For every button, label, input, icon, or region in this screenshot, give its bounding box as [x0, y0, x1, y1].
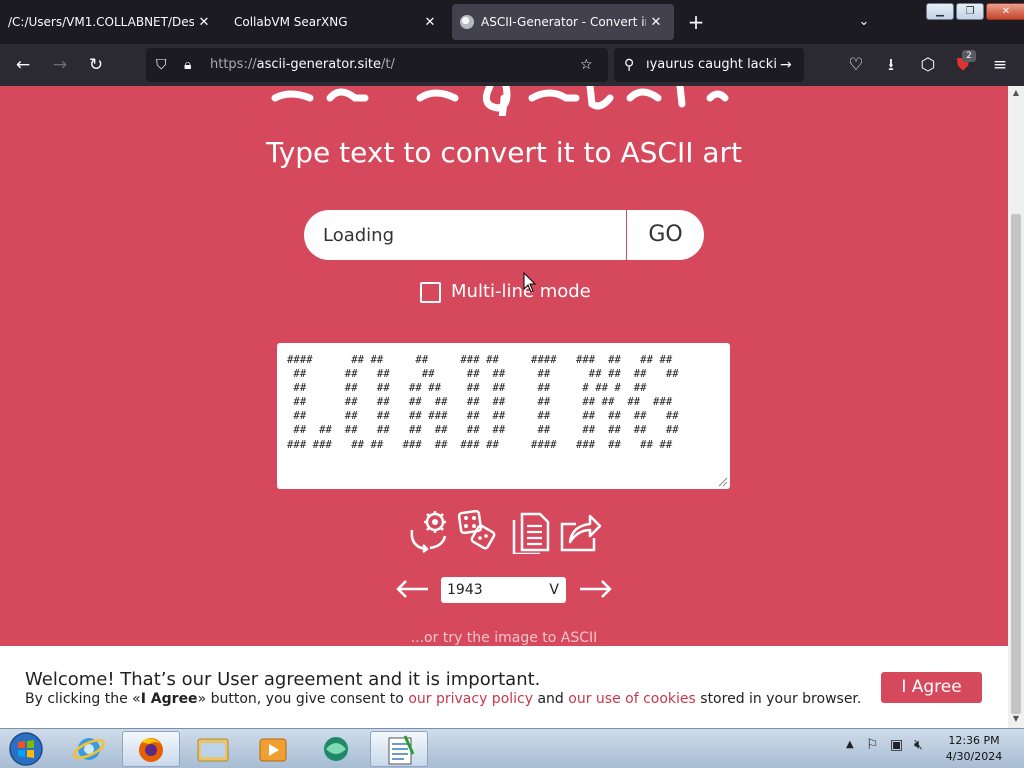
app-globe-icon[interactable] [306, 731, 364, 767]
close-tab-icon[interactable]: ✕ [194, 15, 214, 30]
notepad-icon [388, 735, 415, 765]
ascii-art-text: #### ## ## ## ### ## #### ### ## ## ## #… [287, 354, 679, 451]
go-button[interactable]: GO [626, 210, 704, 260]
ascii-output-textarea[interactable]: #### ## ## ## ### ## #### ### ## ## ## #… [277, 343, 730, 489]
tab-ascii-generator[interactable]: ASCII-Generator - Convert imag ✕ [452, 4, 674, 40]
privacy-policy-link[interactable]: our privacy policy [408, 691, 533, 707]
firefox-icon [139, 738, 163, 762]
banner-text: By clicking the «I Agree» button, you gi… [25, 691, 861, 707]
firefox-taskbar-button[interactable] [122, 731, 180, 767]
bookmark-star-icon[interactable]: ☆ [580, 48, 593, 82]
extension-badge: 2 [962, 50, 976, 62]
tab-strip: /C:/Users/VM1.COLLABNET/Deskto ✕ CollabV… [0, 0, 1024, 44]
new-tab-plus-icon[interactable]: + [682, 8, 710, 36]
close-tab-icon[interactable]: ✕ [420, 15, 440, 30]
mouse-cursor-icon [523, 272, 537, 293]
media-player-icon[interactable] [244, 731, 302, 767]
action-center-flag-icon[interactable]: ⚐ [866, 737, 879, 753]
notepad-taskbar-button[interactable] [370, 731, 428, 767]
downloads-icon[interactable]: ⭳ [877, 51, 905, 79]
page-content: Type text to convert it to ASCII art GO … [0, 86, 1008, 728]
file-explorer-icon[interactable] [184, 731, 242, 767]
site-logo-fragment [271, 86, 729, 116]
menu-hamburger-icon[interactable]: ≡ [986, 51, 1014, 79]
volume-muted-icon[interactable]: 🔇︎ [914, 737, 923, 753]
multiline-label[interactable]: Multi-line mode [451, 281, 591, 302]
scroll-up-arrow-icon[interactable]: ▲ [1008, 86, 1024, 100]
banner-text-bold: I Agree [140, 691, 198, 707]
text-input-wrapper[interactable] [304, 210, 626, 260]
page-scrollbar[interactable]: ▲ ▼ [1008, 86, 1024, 728]
url-scheme: https:// [210, 57, 257, 72]
tab-local-file[interactable]: /C:/Users/VM1.COLLABNET/Deskto ✕ [0, 4, 222, 40]
copy-document-icon[interactable] [506, 508, 552, 554]
reload-icon[interactable]: ↻ [82, 51, 110, 79]
scroll-down-arrow-icon[interactable]: ▼ [1008, 712, 1024, 726]
font-select[interactable]: 1943 V [441, 577, 566, 603]
close-tab-icon[interactable]: ✕ [646, 15, 666, 30]
lock-icon[interactable]: 🔒︎ [184, 48, 191, 82]
settings-refresh-icon[interactable] [405, 508, 451, 554]
clock-date: 4/30/2024 [945, 750, 1003, 763]
banner-text-part: stored in your browser. [695, 691, 862, 707]
text-input[interactable] [323, 210, 613, 260]
shield-icon[interactable]: ⛉ [156, 48, 167, 82]
banner-text-part: By clicking the « [25, 691, 141, 707]
chevron-down-icon: V [549, 582, 559, 598]
internet-explorer-icon[interactable] [60, 731, 118, 767]
font-select-value: 1943 [447, 582, 483, 598]
page-tagline: Type text to convert it to ASCII art [265, 136, 743, 169]
search-icon: ⚲ [624, 57, 635, 73]
extensions-icon[interactable]: ⬡ [914, 51, 942, 79]
previous-font-arrow-icon[interactable] [392, 574, 432, 604]
banner-text-part: and [533, 691, 569, 707]
close-window-button[interactable]: ✕ [986, 3, 1024, 20]
taskbar-clock[interactable]: 12:36 PM 4/30/2024 [940, 733, 1008, 765]
navigation-toolbar: ← → ↻ ⛉ 🔒︎ https://ascii-generator.site/… [0, 44, 1024, 86]
pocket-icon[interactable]: ♡ [842, 51, 870, 79]
banner-title: Welcome! That’s our User agreement and i… [25, 669, 541, 690]
url-path: /t/ [381, 57, 395, 72]
resize-handle-icon[interactable] [716, 475, 728, 487]
banner-text-part: » button, you give consent to [197, 691, 409, 707]
windows-taskbar: ▲ ⚐ ▣ 🔇︎ 12:36 PM 4/30/2024 [0, 728, 1024, 768]
url-host: ascii-generator.site [256, 57, 382, 72]
minimize-button[interactable]: ▁ [926, 3, 954, 20]
site-favicon-icon [460, 15, 474, 29]
address-bar[interactable]: ⛉ 🔒︎ https://ascii-generator.site/t/ ☆ [146, 48, 608, 82]
tab-label: CollabVM SearXNG [234, 15, 348, 29]
go-arrow-icon[interactable]: → [780, 48, 792, 82]
url-text[interactable]: https://ascii-generator.site/t/ [210, 48, 395, 82]
multiline-checkbox[interactable] [420, 282, 441, 303]
list-all-tabs-chevron-icon[interactable]: ⌄ [850, 8, 878, 36]
tab-label: ASCII-Generator - Convert imag [481, 15, 646, 29]
scrollbar-thumb[interactable] [1011, 214, 1021, 714]
cookies-link[interactable]: our use of cookies [568, 691, 696, 707]
search-query[interactable]: ıyaurus caught lackin [646, 48, 778, 82]
restore-button[interactable]: ❐ [956, 3, 984, 20]
windows-start-button-icon[interactable] [4, 731, 48, 767]
search-bar[interactable]: ⚲ ıyaurus caught lackin → [614, 48, 804, 82]
share-icon[interactable] [556, 508, 602, 554]
back-arrow-icon[interactable]: ← [9, 51, 37, 79]
i-agree-button[interactable]: I Agree [881, 672, 982, 703]
network-icon[interactable]: ▣ [890, 737, 903, 753]
cookie-consent-banner: Welcome! That’s our User agreement and i… [0, 646, 1008, 728]
show-hidden-icons-icon[interactable]: ▲ [846, 739, 854, 750]
random-dice-icon[interactable] [456, 508, 502, 554]
image-to-ascii-link[interactable]: ...or try the image to ASCII [0, 630, 1008, 646]
forward-arrow-icon[interactable]: → [46, 51, 74, 79]
tab-label: /C:/Users/VM1.COLLABNET/Deskto [8, 15, 194, 29]
clock-time: 12:36 PM [948, 734, 1000, 747]
next-font-arrow-icon[interactable] [576, 574, 616, 604]
tab-searxng[interactable]: CollabVM SearXNG ✕ [226, 4, 448, 40]
